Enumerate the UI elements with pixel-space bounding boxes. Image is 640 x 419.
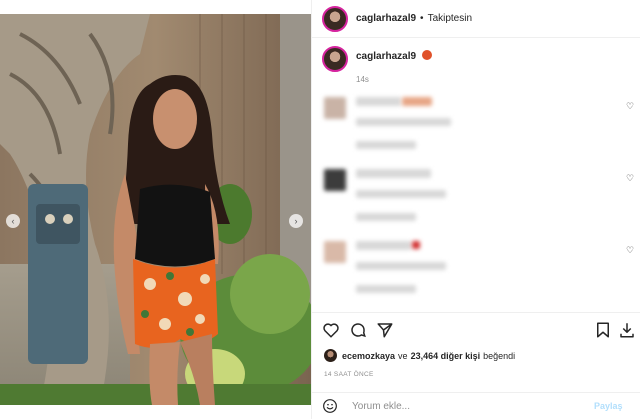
comment-meta xyxy=(356,141,416,149)
comment-meta xyxy=(356,213,416,221)
comment-text xyxy=(402,97,432,106)
avatar[interactable] xyxy=(324,97,346,119)
heart-icon[interactable]: ♡ xyxy=(626,246,635,255)
list-item: ♡ xyxy=(312,88,640,160)
caption-username[interactable]: caglarhazal9 xyxy=(356,51,416,62)
header-separator: • xyxy=(420,13,424,24)
comment-username[interactable] xyxy=(356,169,431,178)
comment-input[interactable] xyxy=(352,400,582,412)
avatar[interactable] xyxy=(324,241,346,263)
likes-suffix: beğendi xyxy=(483,350,516,361)
post-actions xyxy=(312,312,640,348)
comment-username[interactable] xyxy=(356,97,401,106)
post-image xyxy=(0,14,311,405)
post-header: caglarhazal9 • Takiptesin xyxy=(312,0,640,38)
avatar[interactable] xyxy=(324,169,346,191)
caption: caglarhazal9 14s xyxy=(312,38,640,84)
comment-list: ♡ ♡ ♡ xyxy=(312,88,640,304)
download-icon[interactable] xyxy=(618,321,636,339)
comment-text xyxy=(356,262,446,270)
liker-username[interactable]: ecemozkaya xyxy=(342,351,395,361)
comment-username[interactable] xyxy=(356,241,411,250)
likes-conjunction: ve xyxy=(398,350,408,361)
likes-count[interactable]: 23,464 diğer kişi xyxy=(411,351,481,361)
previous-photo-button[interactable]: ‹ xyxy=(6,214,20,228)
comment-text xyxy=(356,190,446,198)
header-username[interactable]: caglarhazal9 xyxy=(356,13,416,24)
heart-icon[interactable]: ♡ xyxy=(626,102,635,111)
comment-meta xyxy=(356,285,416,293)
avatar[interactable] xyxy=(322,5,348,32)
flame-emoji-icon xyxy=(421,50,432,60)
comment-text xyxy=(412,241,420,249)
caption-time: 14s xyxy=(356,75,369,84)
heart-icon[interactable]: ♡ xyxy=(626,174,635,183)
list-item: ♡ xyxy=(312,160,640,232)
list-item: ♡ xyxy=(312,232,640,304)
emoji-icon[interactable] xyxy=(322,398,338,414)
caption-avatar[interactable] xyxy=(322,46,348,72)
comment-text xyxy=(356,118,451,126)
post-photo[interactable]: ‹ › xyxy=(0,14,311,405)
post-timestamp[interactable]: 14 SAAT ÖNCE xyxy=(324,371,374,378)
heart-icon[interactable] xyxy=(322,321,340,339)
next-photo-button[interactable]: › xyxy=(289,214,303,228)
avatar[interactable] xyxy=(324,349,337,362)
add-comment-bar: Paylaş xyxy=(312,392,640,419)
share-comment-button[interactable]: Paylaş xyxy=(594,401,623,411)
post-details-panel: caglarhazal9 • Takiptesin caglarhazal9 1… xyxy=(311,0,640,419)
likes-summary: ecemozkaya ve 23,464 diğer kişi beğendi xyxy=(324,349,515,362)
comment-icon[interactable] xyxy=(349,321,367,339)
follow-status[interactable]: Takiptesin xyxy=(428,13,472,24)
bookmark-icon[interactable] xyxy=(594,321,612,339)
send-icon[interactable] xyxy=(376,321,394,339)
